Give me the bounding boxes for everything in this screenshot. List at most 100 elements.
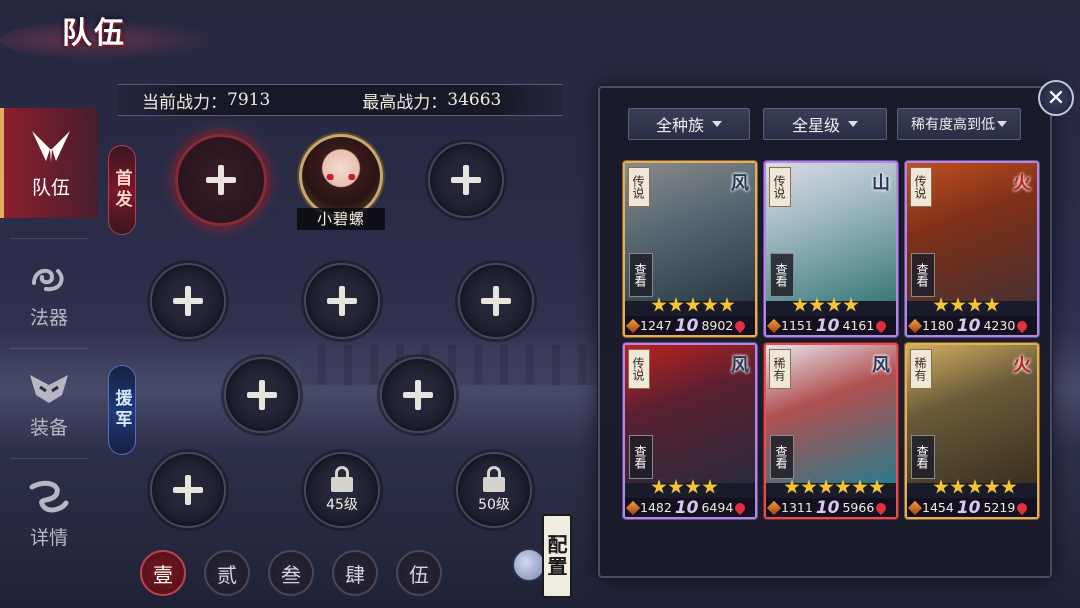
sidebar-item-label: 详情 <box>29 526 68 549</box>
front-slot-2[interactable]: 小碧螺 <box>291 134 391 230</box>
star-icon <box>702 297 718 312</box>
support-slot-1[interactable] <box>150 263 226 339</box>
sidebar-item-equipment[interactable]: 装备 <box>0 348 98 458</box>
plus-icon <box>481 286 511 316</box>
sidebar-item-details[interactable]: 详情 <box>0 458 98 568</box>
sidebar-item-artifact[interactable]: 法器 <box>0 238 98 348</box>
plus-icon <box>451 165 481 195</box>
sidebar-item-team[interactable]: 队伍 <box>0 108 98 218</box>
star-icon <box>719 297 735 312</box>
formation-tab-2[interactable]: 贰 <box>204 550 250 596</box>
front-slot-3[interactable] <box>428 142 504 218</box>
star-icon <box>869 479 885 494</box>
element-badge: 风 <box>872 355 890 376</box>
support-slot-4[interactable] <box>224 357 300 433</box>
hero-card[interactable]: 稀有 风查看 1311 10 5966 <box>764 343 898 519</box>
hp-value: 4161 <box>842 318 875 333</box>
hero-card[interactable]: 传说 火查看 1180 10 4230 <box>905 161 1039 337</box>
attack-value: 1482 <box>640 500 672 515</box>
formation-tab-4[interactable]: 肆 <box>332 550 378 596</box>
race-filter-dropdown[interactable]: 全种族 <box>628 108 750 140</box>
view-button[interactable]: 查看 <box>629 435 653 479</box>
star-icon <box>843 297 859 312</box>
heart-icon <box>733 318 748 333</box>
star-icon <box>984 297 1000 312</box>
current-power-value: 7913 <box>227 90 271 110</box>
star-rating <box>651 479 718 497</box>
lock-icon <box>331 466 353 492</box>
hero-card[interactable]: 传说 山查看 1151 10 4161 <box>764 161 898 337</box>
support-slot-2[interactable] <box>304 263 380 339</box>
star-icon <box>792 297 808 312</box>
hp-value: 4230 <box>983 318 1016 333</box>
rarity-badge: 稀有 <box>910 349 932 389</box>
hp-value: 8902 <box>701 318 734 333</box>
support-slot-6[interactable] <box>150 452 226 528</box>
hp-value: 5966 <box>842 500 875 515</box>
sidebar-item-label: 法器 <box>29 306 68 329</box>
close-button[interactable]: ✕ <box>1038 80 1074 116</box>
element-badge: 火 <box>1013 355 1031 376</box>
plus-icon <box>247 380 277 410</box>
support-slot-5[interactable] <box>380 357 456 433</box>
star-icon <box>702 479 718 494</box>
sword-icon <box>907 318 923 333</box>
mascot-icon <box>512 548 546 582</box>
view-button[interactable]: 查看 <box>911 435 935 479</box>
element-badge: 火 <box>1013 173 1031 194</box>
hero-stats: 1311 10 5966 <box>766 498 896 517</box>
race-filter-label: 全种族 <box>655 116 704 135</box>
hero-level: 10 <box>674 497 699 518</box>
hero-stats: 1247 10 8902 <box>625 316 755 335</box>
heart-icon <box>1015 500 1030 515</box>
element-badge: 风 <box>731 173 749 194</box>
sword-icon <box>625 318 641 333</box>
support-tag: 援军 <box>108 365 136 455</box>
hero-stats: 1454 10 5219 <box>907 498 1037 517</box>
max-power-value: 34663 <box>447 90 502 110</box>
star-icon <box>950 479 966 494</box>
hero-stats: 1482 10 6494 <box>625 498 755 517</box>
hp-value: 6494 <box>701 500 734 515</box>
max-power-label: 最高战力： <box>362 92 448 113</box>
star-rating <box>792 297 859 315</box>
attack-value: 1247 <box>640 318 672 333</box>
wings-icon <box>32 130 70 163</box>
current-power-label: 当前战力： <box>142 92 227 113</box>
view-button[interactable]: 查看 <box>911 253 935 297</box>
front-line-tag: 首发 <box>108 145 136 235</box>
view-button[interactable]: 查看 <box>770 253 794 297</box>
unlock-level: 50级 <box>478 497 510 513</box>
front-slot-1[interactable] <box>175 134 267 226</box>
hero-card[interactable]: 稀有 火查看 1454 10 5219 <box>905 343 1039 519</box>
config-button[interactable]: 配置 <box>508 512 574 598</box>
sort-dropdown[interactable]: 稀有度高到低 <box>897 108 1021 140</box>
sidebar: 队伍 法器 装备 详情 <box>0 108 98 588</box>
hero-card[interactable]: 传说 风查看 1482 10 6494 <box>623 343 757 519</box>
star-icon <box>967 479 983 494</box>
star-icon <box>668 479 684 494</box>
star-icon <box>685 297 701 312</box>
config-label: 配置 <box>542 514 572 598</box>
attack-value: 1151 <box>781 318 813 333</box>
rarity-badge: 稀有 <box>769 349 791 389</box>
chevron-down-icon <box>997 121 1007 127</box>
formation-tab-3[interactable]: 叁 <box>268 550 314 596</box>
rarity-badge: 传说 <box>628 349 650 389</box>
formation-tab-5[interactable]: 伍 <box>396 550 442 596</box>
star-icon <box>818 479 834 494</box>
star-rating <box>933 297 1000 315</box>
star-filter-dropdown[interactable]: 全星级 <box>763 108 887 140</box>
view-button[interactable]: 查看 <box>629 253 653 297</box>
attack-value: 1454 <box>922 500 954 515</box>
hero-eyes <box>323 174 359 180</box>
close-icon: ✕ <box>1046 85 1066 111</box>
view-button[interactable]: 查看 <box>770 435 794 479</box>
locked-slot-1[interactable]: 45级 <box>304 452 380 528</box>
formation-tab-1[interactable]: 壹 <box>140 550 186 596</box>
star-icon <box>784 479 800 494</box>
hero-card[interactable]: 传说 风查看 1247 10 8902 <box>623 161 757 337</box>
dragon-icon <box>29 480 69 512</box>
attack-value: 1311 <box>781 500 813 515</box>
support-slot-3[interactable] <box>458 263 534 339</box>
